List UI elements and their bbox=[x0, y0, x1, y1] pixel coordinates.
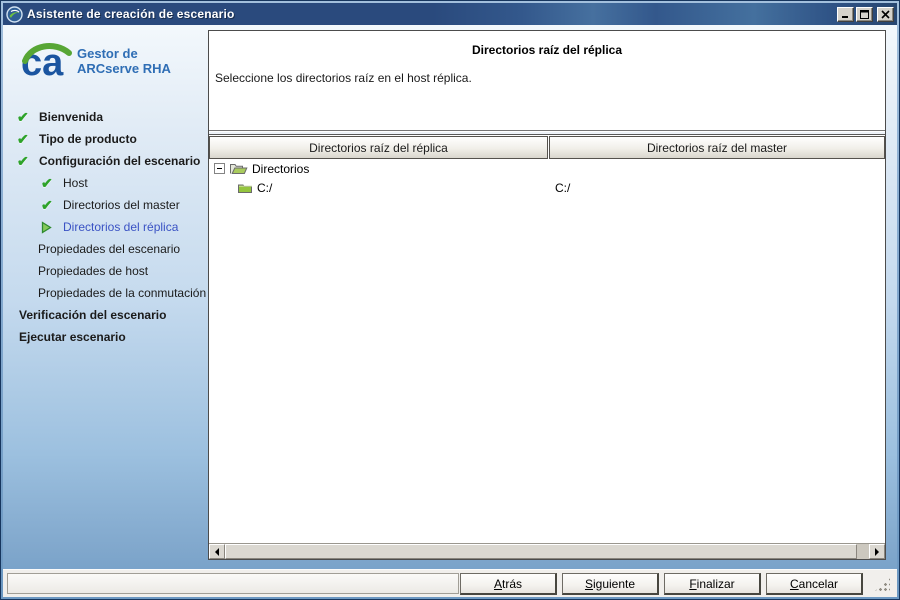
tree-row-directories[interactable]: Directorios bbox=[209, 159, 885, 178]
collapse-icon[interactable] bbox=[214, 163, 225, 174]
button-mnemonic: C bbox=[789, 576, 799, 591]
wizard-step-directorios-del-replica[interactable]: Directorios del réplica bbox=[3, 216, 207, 238]
minimize-button[interactable] bbox=[837, 6, 854, 22]
step-header-section: Directorios raíz del réplica Seleccione … bbox=[209, 31, 885, 131]
check-icon: ✔ bbox=[17, 108, 29, 125]
step-label: Propiedades del escenario bbox=[38, 242, 181, 256]
finalizar-button[interactable]: Finalizar bbox=[664, 573, 761, 595]
master-dir-value: C:/ bbox=[555, 180, 571, 195]
wizard-step-propiedades-de-la-conmutacion[interactable]: Propiedades de la conmutación bbox=[3, 282, 207, 304]
replica-dir-value: C:/ bbox=[257, 180, 273, 195]
wizard-step-propiedades-de-host[interactable]: Propiedades de host bbox=[3, 260, 207, 282]
page-description: Seleccione los directorios raíz en el ho… bbox=[215, 71, 472, 85]
column-header-master[interactable]: Directorios raíz del master bbox=[549, 136, 885, 159]
button-label-rest: ancelar bbox=[798, 576, 839, 591]
ca-arcserve-logo: ca Gestor de ARCserve RHA bbox=[21, 39, 201, 95]
wizard-step-propiedades-del-escenario[interactable]: Propiedades del escenario bbox=[3, 238, 207, 260]
button-label-rest: trás bbox=[502, 576, 523, 591]
step-label: Directorios del master bbox=[63, 198, 180, 212]
client-area: ca Gestor de ARCserve RHA ✔ Bienvenida ✔ Ti… bbox=[3, 25, 897, 597]
wizard-step-ejecutar-escenario[interactable]: Ejecutar escenario bbox=[3, 326, 207, 348]
resize-grip[interactable] bbox=[874, 578, 890, 592]
step-label: Propiedades de host bbox=[38, 264, 149, 278]
step-label: Directorios del réplica bbox=[63, 220, 179, 234]
button-label-rest: iguiente bbox=[592, 576, 636, 591]
step-label: Tipo de producto bbox=[39, 132, 137, 146]
wizard-step-host[interactable]: ✔ Host bbox=[3, 172, 207, 194]
wizard-step-configuracion-del-escenario[interactable]: ✔ Configuración del escenario bbox=[3, 150, 207, 172]
check-icon: ✔ bbox=[17, 130, 29, 147]
open-folder-icon bbox=[229, 162, 248, 175]
ca-logo-icon: ca bbox=[21, 39, 73, 88]
folder-icon bbox=[237, 182, 253, 194]
button-mnemonic: S bbox=[584, 576, 593, 591]
wizard-window: Asistente de creación de escenario ca Ge… bbox=[0, 0, 900, 600]
app-globe-icon bbox=[6, 5, 23, 23]
status-box bbox=[7, 573, 459, 594]
horizontal-scrollbar[interactable] bbox=[209, 543, 885, 559]
main-panel: Directorios raíz del réplica Seleccione … bbox=[208, 30, 886, 560]
step-label: Configuración del escenario bbox=[39, 154, 201, 168]
grid-header-row: Directorios raíz del réplica Directorios… bbox=[209, 136, 885, 159]
button-mnemonic: F bbox=[689, 576, 697, 591]
wizard-step-verificacion-del-escenario[interactable]: Verificación del escenario bbox=[3, 304, 207, 326]
title-bar[interactable]: Asistente de creación de escenario bbox=[3, 3, 897, 25]
button-mnemonic: A bbox=[493, 576, 502, 591]
siguiente-button[interactable]: Siguiente bbox=[562, 573, 659, 595]
cancelar-button[interactable]: Cancelar bbox=[766, 573, 863, 595]
check-icon: ✔ bbox=[41, 196, 53, 213]
panel-divider bbox=[209, 132, 885, 135]
product-line1: Gestor de bbox=[77, 46, 138, 61]
button-label-rest: inalizar bbox=[696, 576, 735, 591]
product-line2: ARCserve RHA bbox=[77, 61, 171, 76]
product-name: Gestor de ARCserve RHA bbox=[77, 46, 171, 76]
check-icon: ✔ bbox=[41, 174, 53, 191]
footer-bar: Atrás Siguiente Finalizar Cancelar bbox=[3, 569, 897, 597]
step-label: Bienvenida bbox=[39, 110, 104, 124]
maximize-button[interactable] bbox=[856, 6, 873, 22]
step-label: Propiedades de la conmutación bbox=[38, 286, 207, 300]
scroll-left-icon[interactable] bbox=[209, 544, 225, 559]
step-label: Verificación del escenario bbox=[19, 308, 167, 322]
grid-body: Directorios C:/ C:/ bbox=[209, 159, 885, 543]
step-label: Host bbox=[63, 176, 88, 190]
step-label: Ejecutar escenario bbox=[19, 330, 126, 344]
scrollbar-thumb[interactable] bbox=[225, 544, 857, 559]
wizard-step-bienvenida[interactable]: ✔ Bienvenida bbox=[3, 106, 207, 128]
close-button[interactable] bbox=[877, 6, 894, 22]
tree-row-drive[interactable]: C:/ C:/ bbox=[209, 178, 885, 197]
wizard-steps: ✔ Bienvenida ✔ Tipo de producto ✔ Configuraci… bbox=[3, 106, 207, 348]
wizard-step-tipo-de-producto[interactable]: ✔ Tipo de producto bbox=[3, 128, 207, 150]
scroll-right-icon[interactable] bbox=[869, 544, 885, 559]
directories-grid: Directorios raíz del réplica Directorios… bbox=[209, 136, 885, 559]
page-title: Directorios raíz del réplica bbox=[471, 43, 623, 57]
tree-root-label: Directorios bbox=[252, 161, 310, 176]
atras-button[interactable]: Atrás bbox=[460, 573, 557, 595]
check-icon: ✔ bbox=[17, 152, 29, 169]
current-step-arrow-icon bbox=[41, 220, 63, 234]
window-title: Asistente de creación de escenario bbox=[27, 7, 235, 21]
wizard-step-directorios-del-master[interactable]: ✔ Directorios del master bbox=[3, 194, 207, 216]
column-header-replica[interactable]: Directorios raíz del réplica bbox=[209, 136, 548, 159]
